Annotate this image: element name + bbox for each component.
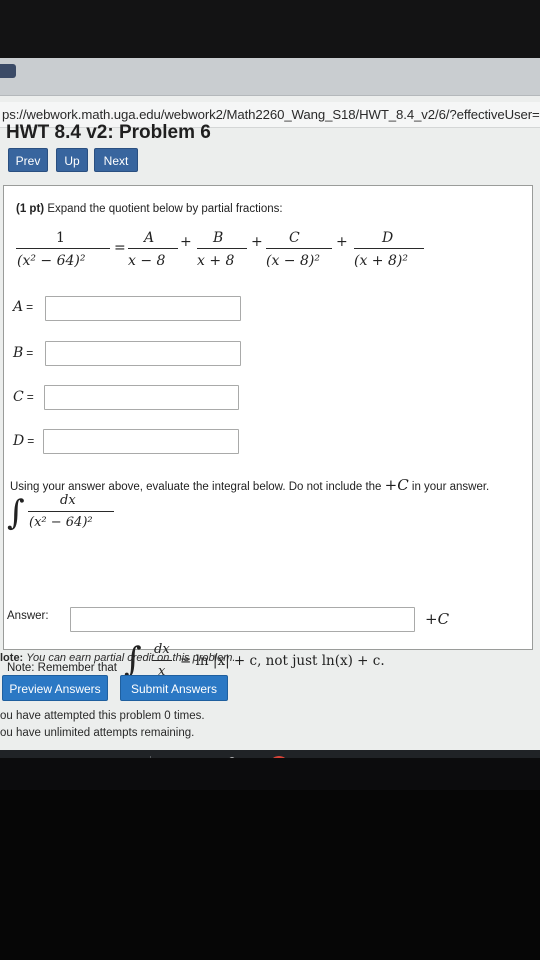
- term-c-fraction-bar: [266, 248, 332, 249]
- integrand-denominator: (x² − 64)²: [29, 515, 93, 530]
- field-a-var: A: [13, 299, 24, 315]
- prev-button[interactable]: Prev: [8, 148, 48, 172]
- term-a-numerator: A: [144, 230, 155, 246]
- problem-instruction: Expand the quotient below by partial fra…: [47, 203, 283, 215]
- attempts-status: ou have attempted this problem 0 times.: [0, 710, 205, 722]
- lhs-denominator: (x² − 64)²: [17, 253, 86, 269]
- field-d-input[interactable]: [43, 429, 239, 454]
- preview-answers-button[interactable]: Preview Answers: [2, 675, 108, 701]
- field-d-label: D =: [13, 433, 35, 449]
- field-d-var: D: [13, 433, 25, 449]
- plus-sign-3: +: [336, 234, 348, 250]
- plus-c-suffix: +C: [425, 610, 450, 628]
- integral-expression: ∫ dx (x² − 64)²: [4, 491, 144, 541]
- field-c-var: C: [13, 389, 24, 405]
- chrome-icon[interactable]: [268, 755, 290, 758]
- submit-answers-button[interactable]: Submit Answers: [120, 675, 228, 701]
- field-b-label: B =: [13, 345, 34, 361]
- field-c-input[interactable]: [44, 385, 239, 410]
- problem-panel: (1 pt) Expand the quotient below by part…: [3, 185, 534, 680]
- integral-sign: ∫: [7, 493, 25, 533]
- monitor-bezel-bottom: [0, 790, 540, 960]
- problem-prompt: (1 pt) Expand the quotient below by part…: [16, 203, 283, 215]
- up-button[interactable]: Up: [56, 148, 88, 172]
- windows-store-icon[interactable]: [222, 756, 242, 758]
- term-b-fraction-bar: [197, 248, 247, 249]
- browser-tab-icon[interactable]: [0, 64, 16, 78]
- term-a-fraction-bar: [128, 248, 178, 249]
- lhs-numerator: 1: [56, 230, 65, 246]
- answer-label: Answer:: [7, 610, 49, 622]
- partial-credit-note: lote: You can earn partial credit on thi…: [0, 652, 235, 664]
- browser-tab-strip: [0, 58, 540, 96]
- windows-taskbar: WS: [0, 750, 540, 758]
- monitor-screen: ps://webwork.math.uga.edu/webwork2/Math2…: [0, 58, 540, 758]
- equals-sign: =: [114, 240, 126, 256]
- field-b-input[interactable]: [45, 341, 241, 366]
- term-c-numerator: C: [289, 230, 300, 246]
- plus-c-symbol: +C: [384, 476, 409, 494]
- next-button[interactable]: Next: [94, 148, 138, 172]
- note-label: lote:: [0, 652, 24, 664]
- field-a-input[interactable]: [45, 296, 241, 321]
- file-explorer-icon[interactable]: [176, 757, 196, 758]
- integrand-fraction-bar: [28, 511, 114, 512]
- integrand-numerator: dx: [60, 493, 76, 508]
- field-a-label: A =: [13, 299, 34, 315]
- field-c-label: C =: [13, 389, 34, 405]
- term-c-denominator: (x − 8)²: [266, 253, 320, 269]
- term-d-numerator: D: [382, 230, 394, 246]
- note-text: You can earn partial credit on this prob…: [26, 652, 236, 664]
- page-title: HWT 8.4 v2: Problem 6: [6, 122, 211, 143]
- term-d-fraction-bar: [354, 248, 424, 249]
- integral-answer-input[interactable]: [70, 607, 415, 632]
- remaining-status: ou have unlimited attempts remaining.: [0, 727, 195, 739]
- lhs-fraction-bar: [16, 248, 110, 249]
- term-b-denominator: x + 8: [197, 253, 235, 269]
- monitor-bezel-top: [0, 0, 540, 58]
- field-b-var: B: [13, 345, 24, 361]
- integral-instruction-end: in your answer.: [411, 481, 490, 493]
- plus-sign-2: +: [251, 234, 263, 250]
- partial-fraction-equation: 1 (x² − 64)² = A x − 8 + B x + 8 + C (x …: [4, 226, 534, 282]
- term-a-denominator: x − 8: [128, 253, 166, 269]
- term-b-numerator: B: [213, 230, 224, 246]
- taskbar-separator: [150, 756, 151, 758]
- term-d-denominator: (x + 8)²: [354, 253, 408, 269]
- plus-sign-1: +: [180, 234, 192, 250]
- problem-points: (1 pt): [16, 203, 45, 215]
